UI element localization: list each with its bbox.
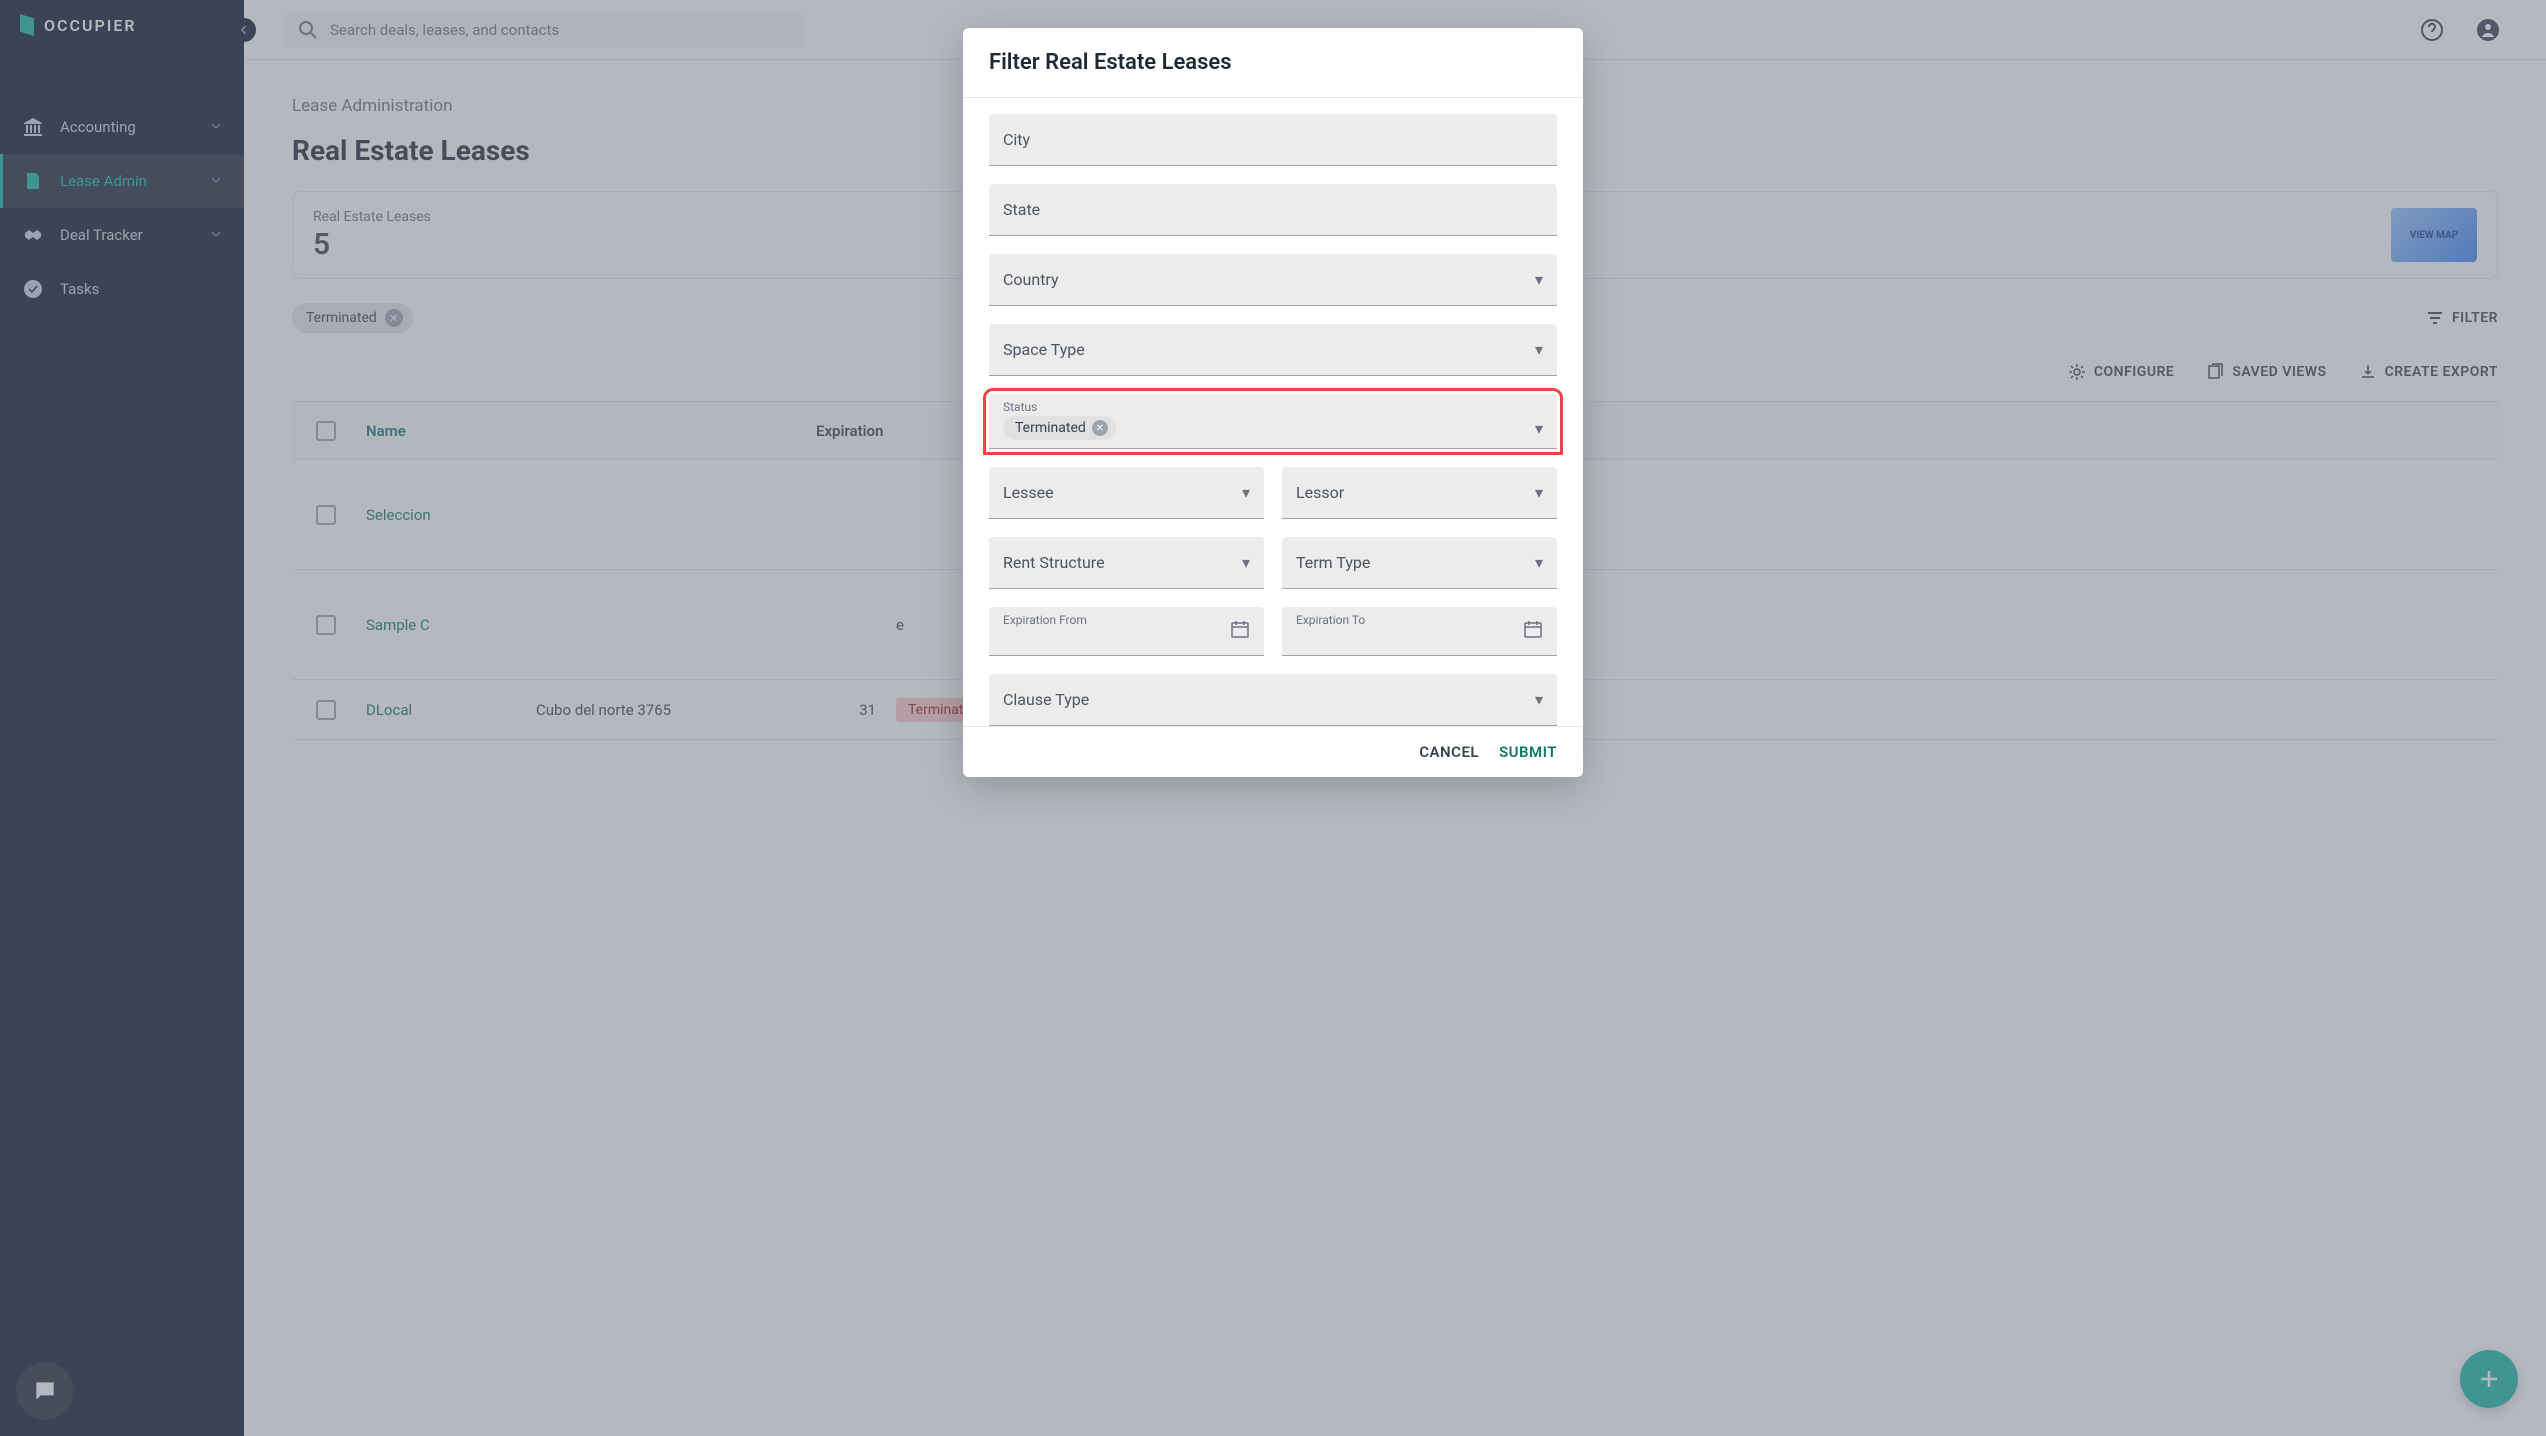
modal-footer: CANCEL SUBMIT <box>963 726 1583 777</box>
modal-overlay[interactable]: Filter Real Estate Leases City State Cou… <box>0 0 2546 1436</box>
calendar-icon[interactable] <box>1523 619 1543 643</box>
cancel-button[interactable]: CANCEL <box>1419 743 1479 761</box>
caret-down-icon: ▾ <box>1535 270 1543 289</box>
modal-body: City State Country ▾ Space Type ▾ Status… <box>963 98 1583 726</box>
caret-down-icon: ▾ <box>1535 690 1543 709</box>
city-field[interactable]: City <box>989 114 1557 166</box>
caret-down-icon: ▾ <box>1535 483 1543 502</box>
caret-down-icon: ▾ <box>1535 340 1543 359</box>
caret-down-icon: ▾ <box>1535 419 1543 438</box>
status-label: Status <box>1003 400 1037 414</box>
rent-structure-select[interactable]: Rent Structure ▾ <box>989 537 1264 589</box>
calendar-icon[interactable] <box>1230 619 1250 643</box>
chip-remove-icon[interactable]: ✕ <box>1092 420 1108 436</box>
status-chip[interactable]: Terminated ✕ <box>1003 416 1116 440</box>
expiration-from-field[interactable]: Expiration From <box>989 607 1264 656</box>
caret-down-icon: ▾ <box>1535 553 1543 572</box>
modal-title: Filter Real Estate Leases <box>963 28 1583 98</box>
caret-down-icon: ▾ <box>1242 483 1250 502</box>
country-select[interactable]: Country ▾ <box>989 254 1557 306</box>
expiration-to-field[interactable]: Expiration To <box>1282 607 1557 656</box>
lessee-select[interactable]: Lessee ▾ <box>989 467 1264 519</box>
term-type-select[interactable]: Term Type ▾ <box>1282 537 1557 589</box>
clause-type-select[interactable]: Clause Type ▾ <box>989 674 1557 726</box>
lessor-select[interactable]: Lessor ▾ <box>1282 467 1557 519</box>
filter-modal: Filter Real Estate Leases City State Cou… <box>963 28 1583 777</box>
state-field[interactable]: State <box>989 184 1557 236</box>
submit-button[interactable]: SUBMIT <box>1499 743 1557 761</box>
space-type-select[interactable]: Space Type ▾ <box>989 324 1557 376</box>
caret-down-icon: ▾ <box>1242 553 1250 572</box>
status-select[interactable]: Status Terminated ✕ ▾ <box>989 394 1557 449</box>
